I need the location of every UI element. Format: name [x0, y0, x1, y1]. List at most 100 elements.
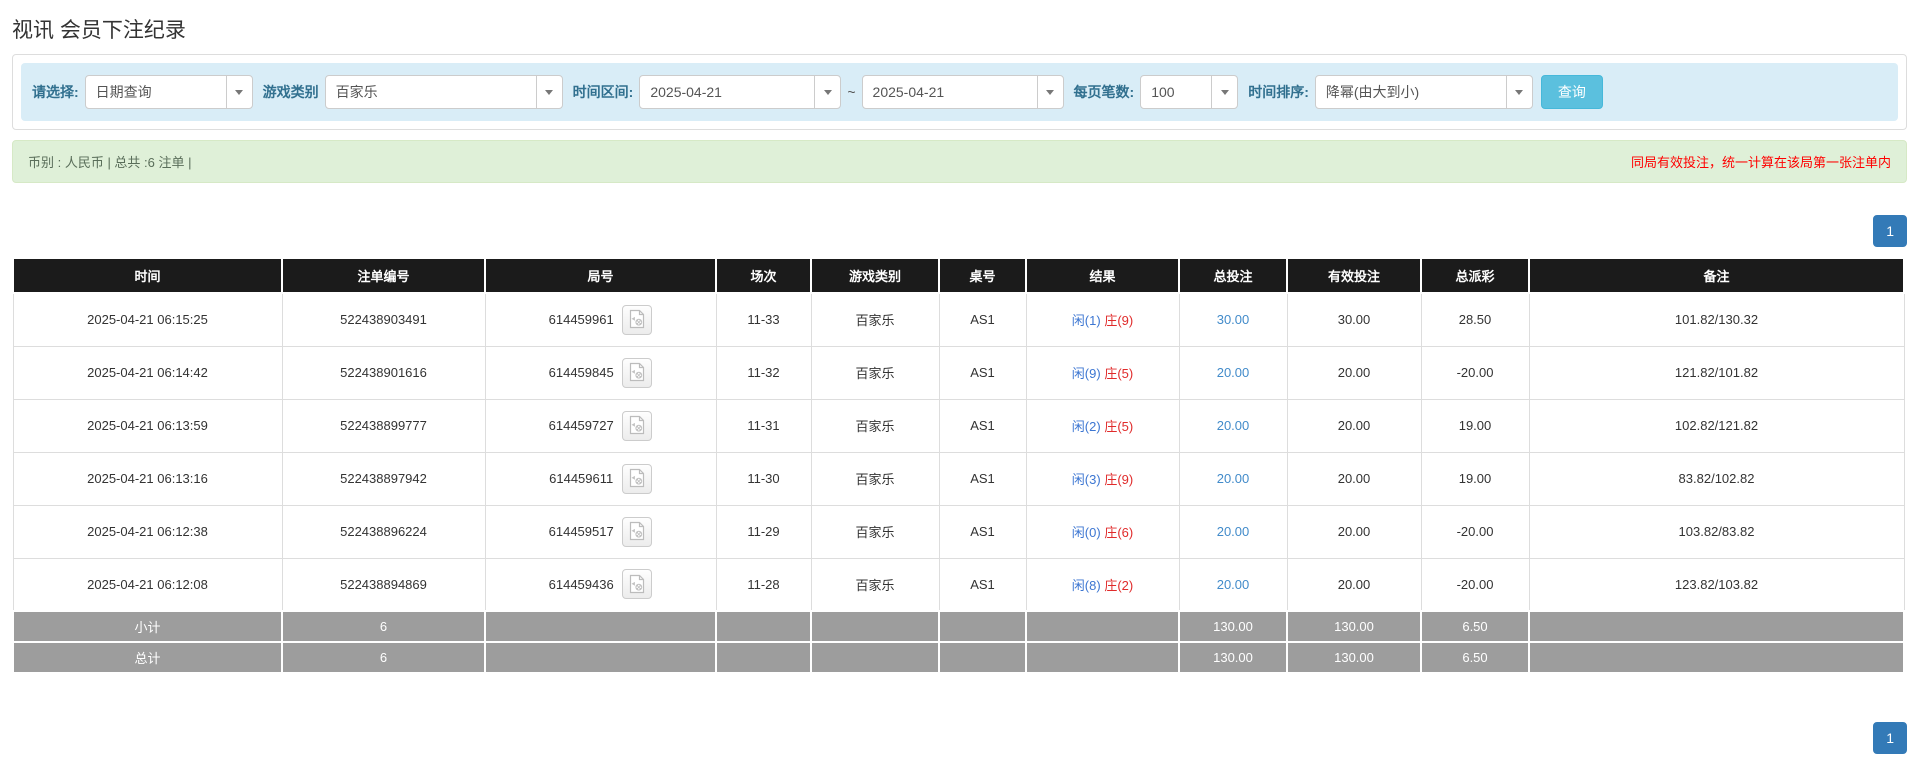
cell-valid-bet: 20.00: [1287, 505, 1421, 558]
page-container: 视讯 会员下注纪录 请选择: 游戏类别 时间区间: ~ 每: [0, 14, 1919, 754]
summary-cell-empty: [939, 642, 1026, 673]
view-video-button[interactable]: [622, 517, 652, 547]
chevron-down-icon: [1221, 90, 1229, 95]
summary-valid-bet: 130.00: [1287, 611, 1421, 642]
time-sort-label: 时间排序:: [1248, 82, 1309, 102]
chevron-down-icon: [1046, 90, 1054, 95]
cell-time: 2025-04-21 06:13:16: [13, 452, 282, 505]
video-file-icon: [628, 468, 646, 488]
cell-round-id: 614459845: [485, 346, 716, 399]
cell-game-type: 百家乐: [811, 452, 939, 505]
cell-total-payout: 28.50: [1421, 293, 1529, 346]
cell-bet-id: 522438894869: [282, 558, 485, 611]
cell-bet-id: 522438901616: [282, 346, 485, 399]
total-bet-link[interactable]: 20.00: [1217, 577, 1250, 592]
summary-cell-empty: [1026, 642, 1179, 673]
summary-cell-empty: [811, 611, 939, 642]
cell-remark: 102.82/121.82: [1529, 399, 1904, 452]
cell-remark: 83.82/102.82: [1529, 452, 1904, 505]
cell-total-payout: -20.00: [1421, 558, 1529, 611]
cell-session: 11-31: [716, 399, 811, 452]
summary-row: 总计6130.00130.006.50: [13, 642, 1904, 673]
cell-total-bet: 20.00: [1179, 399, 1287, 452]
cell-result: 闲(3) 庄(9): [1026, 452, 1179, 505]
query-type-input[interactable]: [85, 75, 227, 109]
date-from-dropdown-button[interactable]: [814, 75, 841, 109]
cell-remark: 121.82/101.82: [1529, 346, 1904, 399]
page-size-input[interactable]: [1140, 75, 1212, 109]
page-size-dropdown-button[interactable]: [1211, 75, 1238, 109]
cell-total-payout: -20.00: [1421, 346, 1529, 399]
cell-total-payout: -20.00: [1421, 505, 1529, 558]
table-row: 2025-04-21 06:12:38522438896224614459517…: [13, 505, 1904, 558]
summary-notice-bar: 币别 : 人民币 | 总共 :6 注单 | 同局有效投注，统一计算在该局第一张注…: [12, 140, 1907, 183]
cell-result: 闲(0) 庄(6): [1026, 505, 1179, 558]
time-sort-input[interactable]: [1315, 75, 1507, 109]
summary-cell-empty: [1529, 611, 1904, 642]
cell-total-payout: 19.00: [1421, 452, 1529, 505]
view-video-button[interactable]: [622, 305, 652, 335]
date-to-dropdown-button[interactable]: [1037, 75, 1064, 109]
view-video-button[interactable]: [622, 411, 652, 441]
col-header-remark: 备注: [1529, 258, 1904, 293]
time-sort-dropdown-button[interactable]: [1506, 75, 1533, 109]
total-bet-link[interactable]: 30.00: [1217, 312, 1250, 327]
total-bet-link[interactable]: 20.00: [1217, 471, 1250, 486]
page-1-button[interactable]: 1: [1873, 215, 1907, 247]
cell-round-id: 614459611: [485, 452, 716, 505]
col-header-session: 场次: [716, 258, 811, 293]
game-type-dropdown-button[interactable]: [536, 75, 563, 109]
cell-table-no: AS1: [939, 452, 1026, 505]
result-banker: 庄(2): [1104, 578, 1133, 593]
cell-session: 11-29: [716, 505, 811, 558]
table-row: 2025-04-21 06:12:08522438894869 614459436…: [13, 558, 1904, 611]
round-id-text: 614459436: [549, 577, 614, 592]
cell-game-type: 百家乐: [811, 346, 939, 399]
total-bet-link[interactable]: 20.00: [1217, 524, 1250, 539]
game-type-input[interactable]: [325, 75, 537, 109]
summary-cell-empty: [485, 611, 716, 642]
cell-total-bet: 20.00: [1179, 346, 1287, 399]
cell-table-no: AS1: [939, 346, 1026, 399]
cell-table-no: AS1: [939, 505, 1026, 558]
total-bet-link[interactable]: 20.00: [1217, 365, 1250, 380]
date-to-input[interactable]: [862, 75, 1038, 109]
cell-time: 2025-04-21 06:12:38: [13, 505, 282, 558]
result-player: 闲(9): [1072, 366, 1101, 381]
cell-time: 2025-04-21 06:12:08: [13, 558, 282, 611]
table-row: 2025-04-21 06:13:16522438897942614459611…: [13, 452, 1904, 505]
query-type-label: 请选择:: [32, 82, 79, 102]
game-type-combo: [325, 75, 563, 109]
summary-total-payout: 6.50: [1421, 642, 1529, 673]
cell-round-id: 614459436: [485, 558, 716, 611]
cell-round-id: 614459727: [485, 399, 716, 452]
query-type-combo: [85, 75, 253, 109]
view-video-button[interactable]: [622, 464, 652, 494]
col-header-round-id: 局号: [485, 258, 716, 293]
page-1-button[interactable]: 1: [1873, 722, 1907, 754]
currency-total-text: 币别 : 人民币 | 总共 :6 注单 |: [28, 152, 192, 171]
query-type-dropdown-button[interactable]: [226, 75, 253, 109]
cell-session: 11-33: [716, 293, 811, 346]
cell-valid-bet: 20.00: [1287, 346, 1421, 399]
filter-bar: 请选择: 游戏类别 时间区间: ~ 每页笔数:: [21, 63, 1898, 121]
col-header-total-bet: 总投注: [1179, 258, 1287, 293]
summary-total-bet: 130.00: [1179, 611, 1287, 642]
cell-valid-bet: 30.00: [1287, 293, 1421, 346]
search-button[interactable]: 查询: [1541, 75, 1603, 109]
date-from-input[interactable]: [639, 75, 815, 109]
date-to-combo: [862, 75, 1064, 109]
view-video-button[interactable]: [622, 569, 652, 599]
cell-session: 11-32: [716, 346, 811, 399]
result-banker: 庄(5): [1104, 366, 1133, 381]
result-banker: 庄(9): [1104, 313, 1133, 328]
total-bet-link[interactable]: 20.00: [1217, 418, 1250, 433]
view-video-button[interactable]: [622, 358, 652, 388]
cell-valid-bet: 20.00: [1287, 558, 1421, 611]
cell-result: 闲(1) 庄(9): [1026, 293, 1179, 346]
cell-table-no: AS1: [939, 558, 1026, 611]
summary-valid-bet: 130.00: [1287, 642, 1421, 673]
cell-table-no: AS1: [939, 293, 1026, 346]
bet-records-table: 时间注单编号局号场次游戏类别桌号结果总投注有效投注总派彩备注 2025-04-2…: [12, 257, 1905, 674]
cell-result: 闲(2) 庄(5): [1026, 399, 1179, 452]
